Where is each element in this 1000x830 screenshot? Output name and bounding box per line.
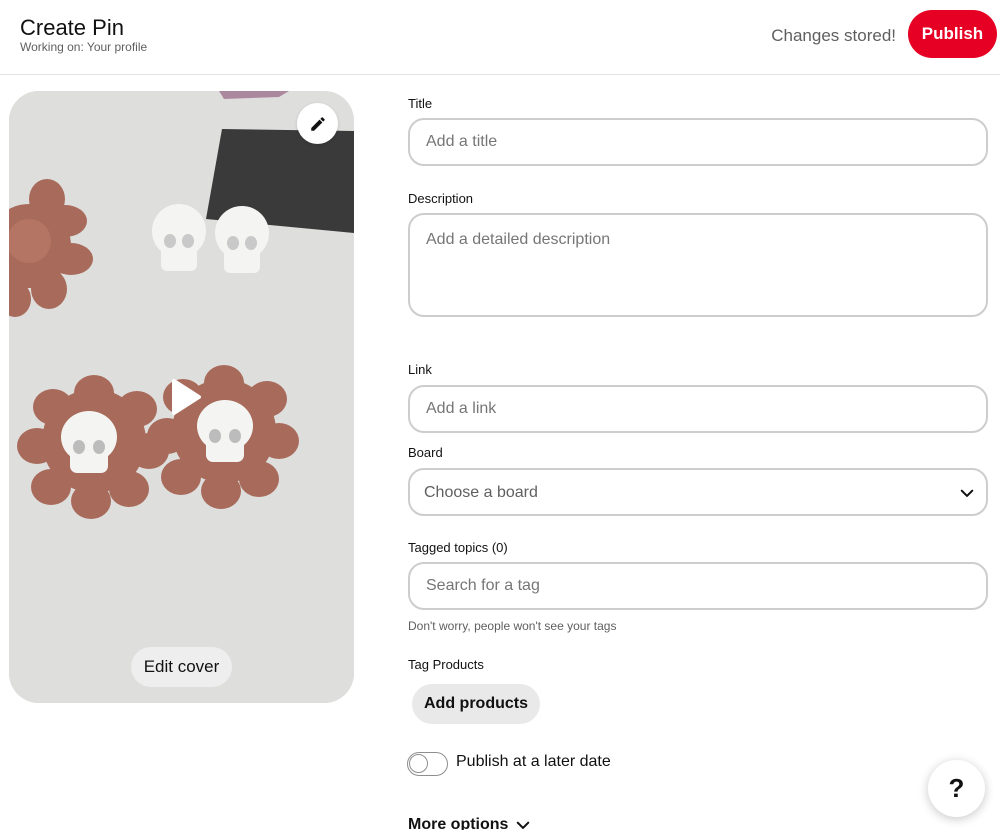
publish-later-toggle[interactable] <box>407 752 448 776</box>
page-title: Create Pin <box>20 15 124 40</box>
tag-products-label: Tag Products <box>408 657 484 672</box>
chevron-down-icon <box>960 489 974 497</box>
tags-helper-text: Don't worry, people won't see your tags <box>408 619 617 633</box>
header: Create Pin Working on: Your profile Chan… <box>0 0 1000 75</box>
page-subtitle: Working on: Your profile <box>20 40 148 54</box>
edit-cover-button[interactable]: Edit cover <box>131 647 232 687</box>
add-products-button[interactable]: Add products <box>412 684 540 724</box>
publish-button[interactable]: Publish <box>908 10 997 58</box>
publish-later-label: Publish at a later date <box>456 753 611 770</box>
chevron-down-icon <box>517 821 530 829</box>
title-input[interactable] <box>408 118 988 166</box>
play-icon[interactable] <box>168 378 202 416</box>
board-select-value: Choose a board <box>424 484 538 501</box>
question-mark-icon: ? <box>948 773 965 803</box>
description-input[interactable] <box>408 213 988 317</box>
tag-search-input[interactable] <box>408 562 988 610</box>
title-label: Title <box>408 96 433 111</box>
help-button[interactable]: ? <box>928 760 985 817</box>
edit-pin-button[interactable] <box>297 103 338 144</box>
save-status: Changes stored! <box>771 26 896 45</box>
pencil-icon <box>310 116 325 131</box>
description-label: Description <box>408 191 474 206</box>
board-label: Board <box>408 445 443 460</box>
link-input[interactable] <box>408 385 988 433</box>
more-options-button[interactable]: More options <box>408 816 530 830</box>
link-label: Link <box>408 362 432 377</box>
tagged-topics-label: Tagged topics (0) <box>408 540 508 555</box>
more-options-label: More options <box>408 816 509 830</box>
board-select[interactable]: Choose a board <box>408 468 988 516</box>
toggle-knob <box>409 754 428 773</box>
